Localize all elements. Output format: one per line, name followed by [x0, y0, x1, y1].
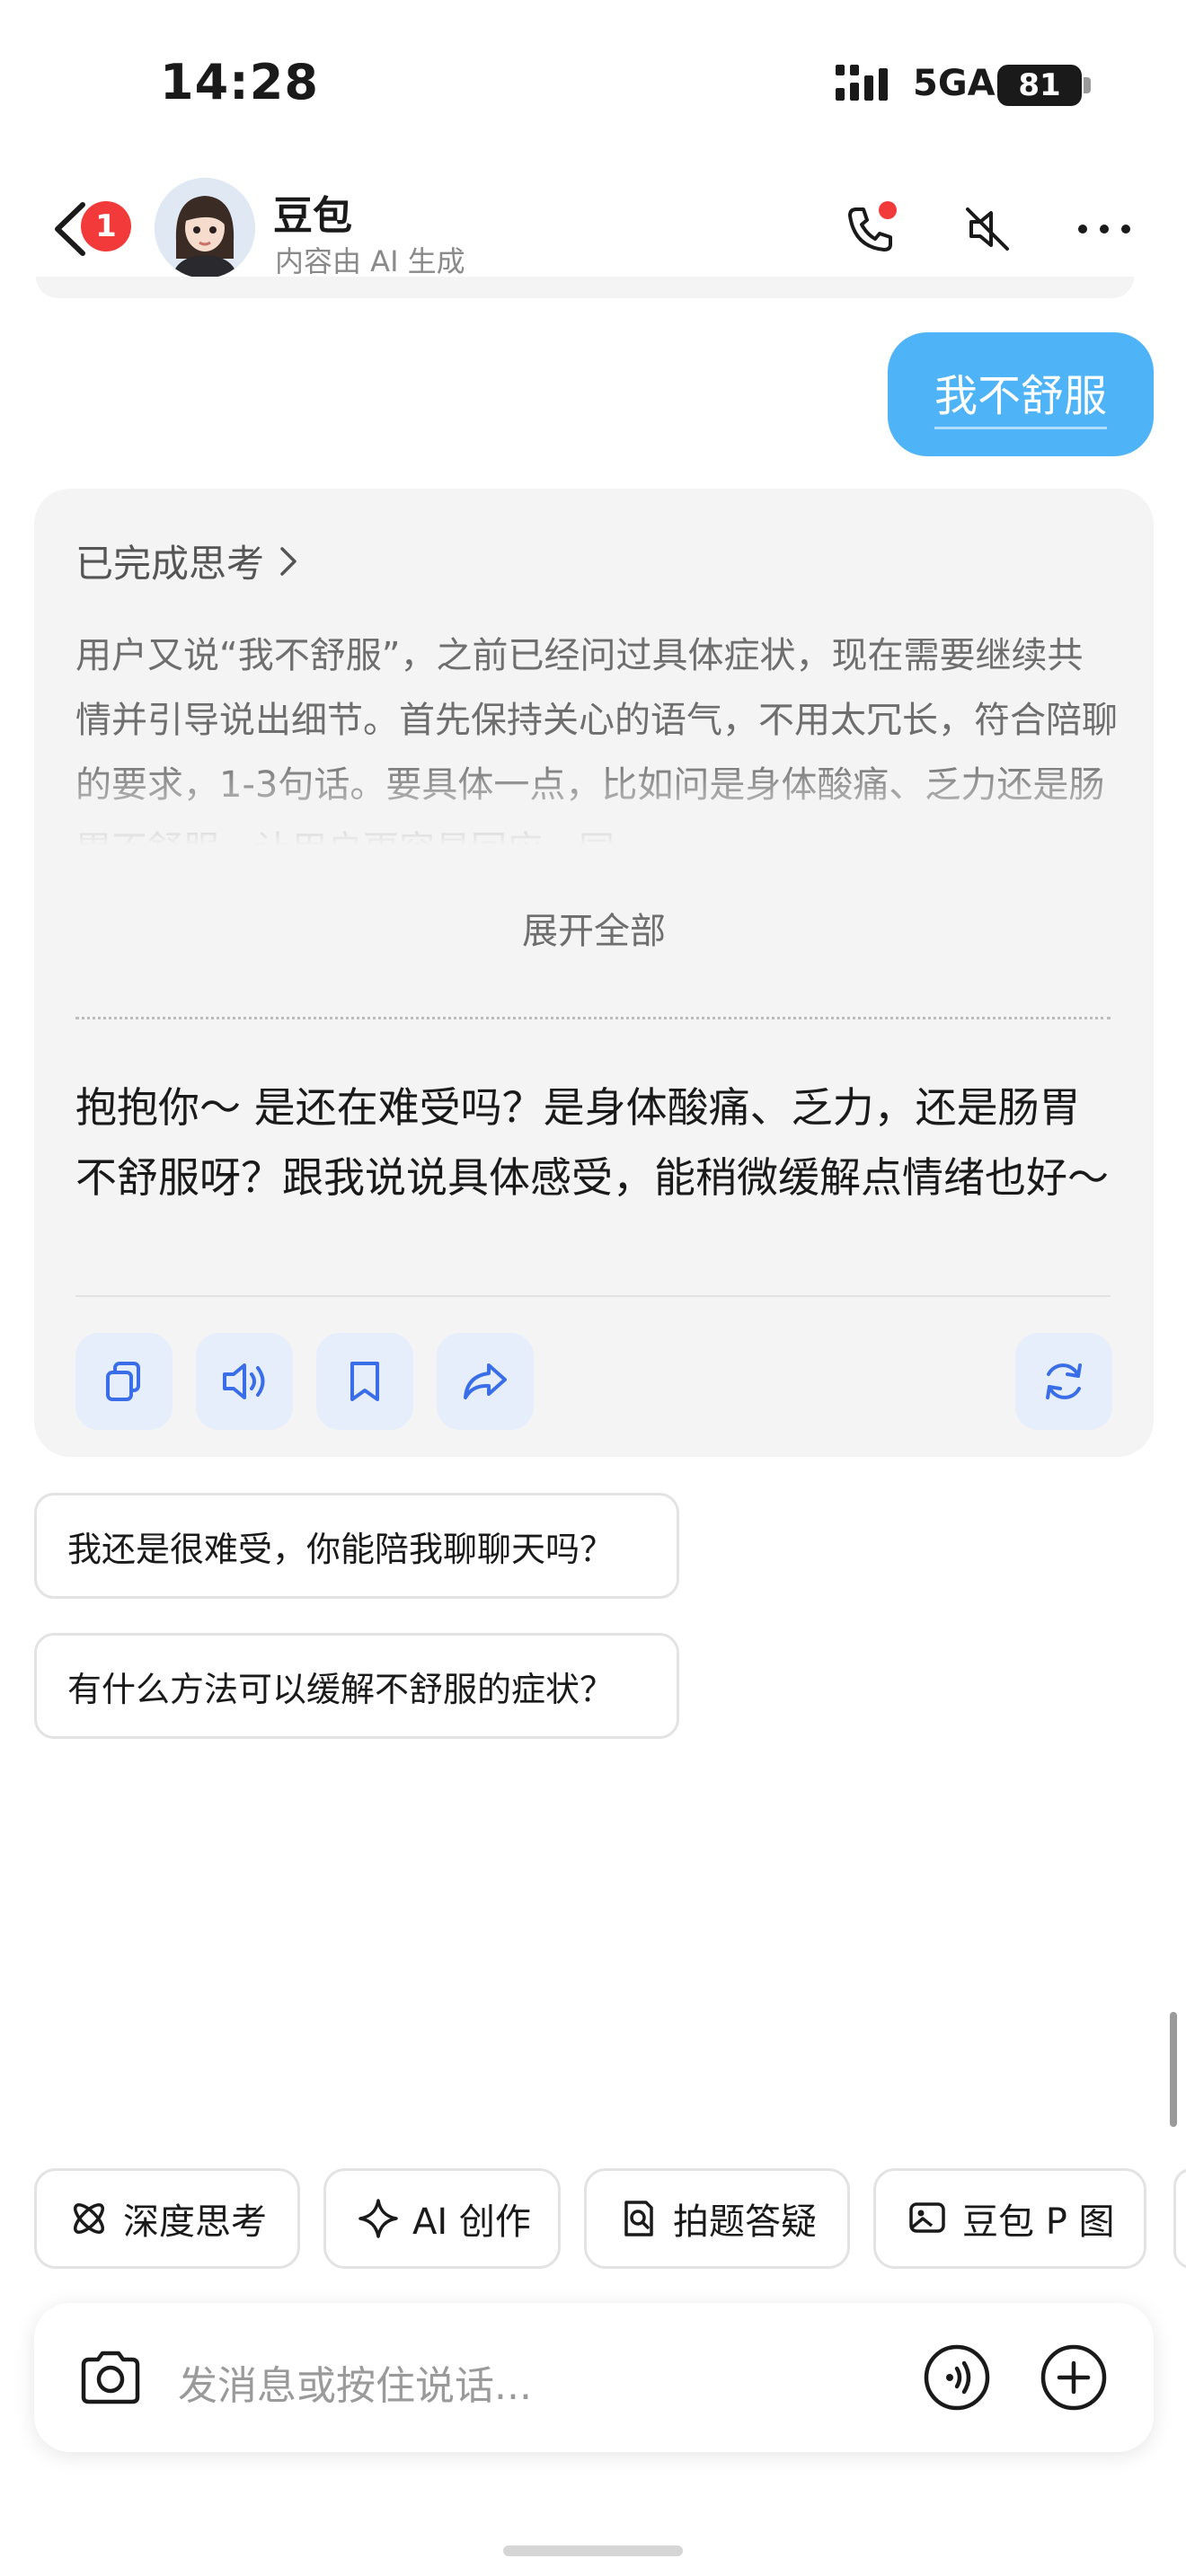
tool-label: 拍题答疑 — [673, 2201, 817, 2243]
call-notification-dot — [879, 201, 897, 219]
divider — [75, 1295, 1111, 1297]
message-input-bar: 发消息或按住说话... — [34, 2303, 1154, 2452]
thinking-fade — [52, 758, 1130, 884]
bookmark-icon — [350, 1362, 379, 1401]
battery-tip — [1084, 77, 1091, 93]
status-time: 14:28 — [160, 54, 319, 110]
camera-icon — [81, 2351, 140, 2404]
plus-circle-icon — [1040, 2344, 1107, 2411]
divider — [75, 1017, 1111, 1019]
bookmark-button[interactable] — [316, 1333, 413, 1430]
expand-all-button[interactable]: 展开全部 — [34, 902, 1154, 954]
status-bar: 14:28 5GA 81 — [0, 0, 1186, 162]
chevron-right-icon — [280, 546, 296, 576]
read-aloud-button[interactable] — [196, 1333, 293, 1430]
tool-label: 深度思考 — [123, 2201, 267, 2243]
ai-disclaimer: 内容由 AI 生成 — [275, 244, 465, 278]
tool-deep-think[interactable]: 深度思考 — [34, 2168, 300, 2269]
avatar-icon — [155, 178, 255, 278]
tool-image-edit[interactable]: 豆包 P 图 — [873, 2168, 1146, 2269]
phone-call-button[interactable] — [839, 198, 902, 260]
message-input[interactable]: 发消息或按住说话... — [178, 2353, 532, 2411]
speaker-icon — [223, 1363, 265, 1399]
home-indicator[interactable] — [503, 2545, 683, 2556]
share-button[interactable] — [437, 1333, 534, 1430]
atom-icon — [74, 2203, 104, 2234]
user-message-text: 我不舒服 — [934, 360, 1107, 429]
avatar[interactable] — [155, 178, 255, 278]
previous-message-edge — [36, 277, 1134, 298]
add-button[interactable] — [1033, 2337, 1114, 2418]
copy-icon — [106, 1362, 140, 1401]
more-icon — [1078, 225, 1130, 234]
tool-photo-question[interactable]: 拍题答疑 — [584, 2168, 850, 2269]
regenerate-button[interactable] — [1015, 1333, 1112, 1430]
thinking-title: 已完成思考 — [75, 542, 265, 586]
share-icon — [464, 1363, 507, 1399]
tool-more-partial[interactable] — [1173, 2168, 1186, 2269]
thinking-toggle[interactable]: 已完成思考 — [75, 534, 298, 588]
tool-ai-create[interactable]: AI 创作 — [323, 2168, 561, 2269]
image-edit-icon — [909, 2202, 945, 2233]
ai-response-card: 已完成思考 用户又说“我不舒服”，之前已经问过具体症状，现在需要继续共情并引导说… — [34, 489, 1154, 1457]
camera-button[interactable] — [70, 2337, 151, 2418]
unread-badge: 1 — [81, 201, 131, 251]
tool-label: AI 创作 — [412, 2201, 531, 2243]
voice-wave-icon — [924, 2344, 990, 2411]
bot-name: 豆包 — [273, 193, 352, 239]
voice-button[interactable] — [916, 2337, 997, 2418]
more-options-button[interactable] — [1073, 198, 1136, 260]
network-label: 5GA — [913, 63, 996, 104]
suggested-reply[interactable]: 有什么方法可以缓解不舒服的症状？ — [34, 1633, 679, 1739]
ai-answer-text: 抱抱你～ 是还在难受吗？是身体酸痛、乏力，还是肠胃不舒服呀？跟我说说具体感受，能… — [75, 1083, 1109, 1202]
signal-icon — [836, 65, 888, 101]
scan-doc-icon — [624, 2201, 653, 2236]
suggested-reply[interactable]: 我还是很难受，你能陪我聊聊天吗？ — [34, 1493, 679, 1599]
copy-button[interactable] — [75, 1333, 173, 1430]
tool-label: 豆包 P 图 — [962, 2201, 1115, 2243]
scrollbar[interactable] — [1170, 2012, 1177, 2127]
sparkle-icon — [358, 2199, 398, 2238]
user-message-bubble[interactable]: 我不舒服 — [887, 332, 1154, 456]
battery-level: 81 — [1018, 67, 1061, 103]
speaker-mute-icon — [966, 207, 1009, 251]
mute-button[interactable] — [956, 198, 1019, 260]
battery-icon: 81 — [997, 65, 1082, 106]
refresh-icon — [1046, 1363, 1082, 1399]
